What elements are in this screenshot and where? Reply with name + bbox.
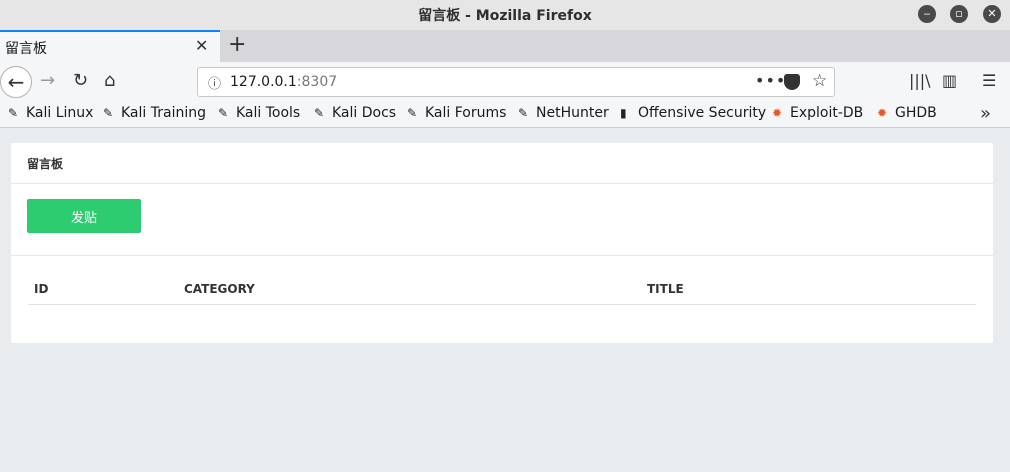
bookmark-ghdb[interactable]: ✹ GHDB	[877, 105, 937, 121]
kali-dragon-icon: ✎	[218, 106, 229, 120]
window-title: 留言板 - Mozilla Firefox	[418, 8, 592, 24]
window-titlebar: 留言板 - Mozilla Firefox ‒ ▫ ✕	[0, 0, 1010, 30]
kali-dragon-icon: ✎	[518, 106, 529, 120]
reload-button[interactable]: ↻	[73, 70, 88, 91]
bookmarks-toolbar: ✎ Kali Linux ✎ Kali Training ✎ Kali Tools ✎…	[0, 102, 1010, 128]
tab-close-icon[interactable]: ✕	[195, 36, 208, 55]
close-window-button[interactable]: ✕	[983, 5, 1001, 23]
sidebar-icon[interactable]: ▥	[942, 71, 957, 90]
ghdb-icon: ✹	[877, 106, 888, 120]
divider	[11, 255, 993, 256]
arrow-left-icon: ←	[7, 70, 25, 94]
url-host: 127.0.0.1	[230, 74, 297, 90]
bookmark-exploit-db[interactable]: ✹ Exploit-DB	[772, 105, 863, 121]
message-board-panel: 留言板 发贴 ID CATEGORY TITLE	[11, 143, 993, 343]
reload-icon: ↻	[73, 70, 89, 91]
panel-header: 留言板	[11, 143, 993, 184]
bookmark-offensive-security[interactable]: ▮ Offensive Security	[620, 105, 766, 121]
bookmark-kali-linux[interactable]: ✎ Kali Linux	[8, 105, 93, 121]
minimize-button[interactable]: ‒	[918, 5, 936, 23]
info-icon[interactable]: ⓘ	[208, 73, 221, 92]
kali-dragon-icon: ✎	[407, 106, 418, 120]
bookmark-kali-tools[interactable]: ✎ Kali Tools	[218, 105, 300, 121]
arrow-right-icon: →	[40, 70, 56, 91]
bookmark-nethunter[interactable]: ✎ NetHunter	[518, 105, 609, 121]
navigation-bar: ← → ↻ ⌂ ⓘ 127.0.0.1:8307 ••• ☆ |||\ ▥ ☰	[0, 62, 1010, 102]
tab-active[interactable]: 留言板 ✕	[0, 30, 220, 62]
library-icon[interactable]: |||\	[909, 71, 931, 90]
exploit-db-icon: ✹	[772, 106, 783, 120]
home-icon: ⌂	[104, 70, 116, 91]
offsec-icon: ▮	[620, 106, 627, 120]
home-button[interactable]: ⌂	[104, 70, 115, 91]
bookmark-kali-training[interactable]: ✎ Kali Training	[103, 105, 206, 121]
page-title: 留言板	[27, 157, 64, 171]
kali-dragon-icon: ✎	[314, 106, 325, 120]
kali-dragon-icon: ✎	[103, 106, 114, 120]
forward-button[interactable]: →	[40, 70, 55, 91]
tab-strip: 留言板 ✕ +	[0, 30, 1010, 62]
url-bar[interactable]: ⓘ 127.0.0.1:8307 ••• ☆	[197, 67, 835, 97]
bookmark-kali-forums[interactable]: ✎ Kali Forums	[407, 105, 506, 121]
column-header-id: ID	[34, 282, 49, 296]
column-header-title: TITLE	[647, 282, 684, 296]
tab-title: 留言板	[5, 41, 47, 57]
kali-dragon-icon: ✎	[8, 106, 19, 120]
bookmark-kali-docs[interactable]: ✎ Kali Docs	[314, 105, 396, 121]
menu-icon[interactable]: ☰	[982, 71, 996, 90]
maximize-button[interactable]: ▫	[950, 5, 968, 23]
new-tab-button[interactable]: +	[228, 32, 246, 57]
pocket-icon[interactable]	[784, 74, 800, 90]
bookmark-star-icon[interactable]: ☆	[812, 71, 827, 91]
url-text[interactable]: 127.0.0.1:8307	[230, 74, 337, 90]
page-actions-icon[interactable]: •••	[755, 71, 786, 90]
bookmarks-overflow-button[interactable]: »	[980, 103, 991, 124]
post-button[interactable]: 发贴	[27, 199, 141, 233]
url-port: :8307	[296, 74, 338, 90]
back-button[interactable]: ←	[0, 66, 32, 98]
column-header-category: CATEGORY	[184, 282, 255, 296]
table-header: ID CATEGORY TITLE	[28, 279, 976, 305]
